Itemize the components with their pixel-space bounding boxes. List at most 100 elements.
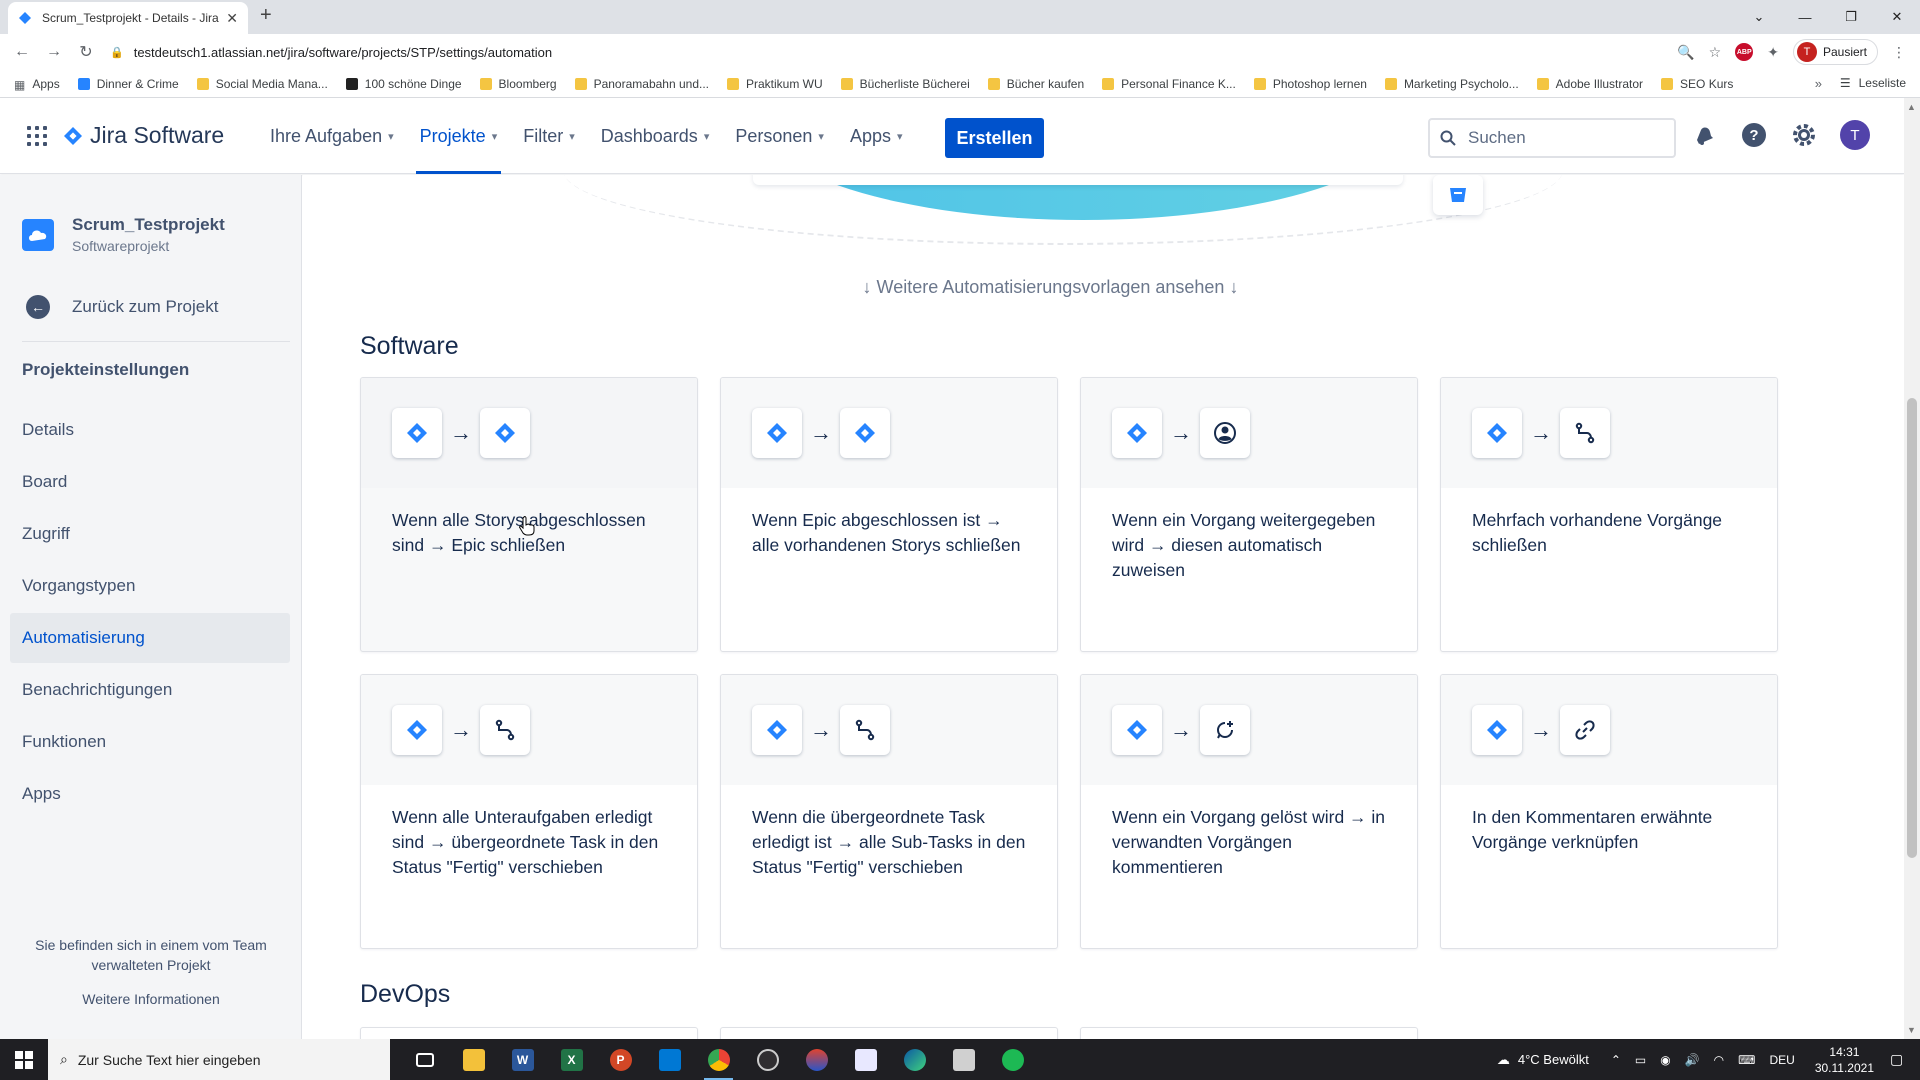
browser-tab[interactable]: Scrum_Testprojekt - Details - Jira ✕ — [8, 2, 248, 34]
restore-icon[interactable]: ❐ — [1828, 9, 1874, 25]
chrome-menu-icon[interactable]: ⋮ — [1892, 44, 1906, 61]
notifications-icon[interactable] — [1690, 121, 1718, 149]
scroll-up-icon[interactable]: ▲ — [1907, 102, 1916, 112]
project-header[interactable]: Scrum_Testprojekt Softwareprojekt — [22, 215, 225, 254]
calculator-icon[interactable] — [939, 1039, 988, 1080]
wifi-icon[interactable]: ◠ — [1714, 1053, 1724, 1067]
address-bar[interactable]: 🔒 testdeutsch1.atlassian.net/jira/softwa… — [110, 38, 1640, 66]
minimize-icon[interactable]: — — [1782, 10, 1828, 25]
search-icon: ⌕ — [60, 1051, 68, 1067]
template-card[interactable]: → In den Kommentaren erwähnte Vorgänge v… — [1440, 674, 1778, 949]
adblock-icon[interactable]: ABP — [1735, 43, 1754, 61]
zoom-icon[interactable]: 🔍 — [1677, 44, 1694, 61]
volume-icon[interactable]: 🔊 — [1685, 1053, 1700, 1067]
forward-icon[interactable]: → — [38, 43, 70, 61]
page-scrollbar[interactable]: ▲ ▼ — [1904, 98, 1920, 1039]
sidebar-item-vorgangstypen[interactable]: Vorgangstypen — [10, 561, 290, 611]
create-button[interactable]: Erstellen — [945, 118, 1044, 158]
powerpoint-icon[interactable]: P — [596, 1039, 645, 1080]
language-indicator[interactable]: DEU — [1769, 1053, 1794, 1067]
template-card[interactable]: → Wenn die übergeordnete Task erledigt i… — [720, 674, 1058, 949]
nav-apps[interactable]: Apps ▾ — [850, 98, 903, 174]
app-switcher-icon[interactable] — [27, 126, 47, 151]
bookmark-item[interactable]: Bücherliste Bücherei — [840, 77, 970, 91]
template-card[interactable]: → Wenn alle Storys abgeschlossen sind → … — [360, 377, 698, 652]
windows-start-icon[interactable] — [0, 1039, 48, 1080]
notification-center-icon[interactable]: ▢ — [1890, 1051, 1920, 1068]
bookmark-item[interactable]: Dinner & Crime — [77, 77, 179, 91]
bookmark-item[interactable]: Personal Finance K... — [1102, 77, 1236, 91]
template-card[interactable] — [720, 1027, 1058, 1039]
bookmark-item[interactable]: ▦ Apps — [14, 77, 60, 92]
excel-icon[interactable]: X — [547, 1039, 596, 1080]
scrollbar-thumb[interactable] — [1907, 398, 1917, 858]
settings-gear-icon[interactable] — [1790, 121, 1818, 149]
media-app-icon[interactable] — [792, 1039, 841, 1080]
template-card[interactable] — [1080, 1027, 1418, 1039]
tray-app-icon[interactable]: ▭ — [1635, 1053, 1646, 1067]
bookmark-star-icon[interactable]: ☆ — [1709, 44, 1722, 61]
file-explorer-icon[interactable] — [449, 1039, 498, 1080]
nav-filter[interactable]: Filter ▾ — [523, 98, 575, 174]
taskbar-search-input[interactable]: ⌕ Zur Suche Text hier eingeben — [48, 1039, 390, 1080]
bookmark-item[interactable]: Social Media Mana... — [196, 77, 328, 91]
tab-close-icon[interactable]: ✕ — [226, 10, 238, 27]
back-icon[interactable]: ← — [6, 43, 38, 61]
sidebar-item-board[interactable]: Board — [10, 457, 290, 507]
bookmark-item[interactable]: Photoshop lernen — [1253, 77, 1367, 91]
bookmark-item[interactable]: SEO Kurs — [1661, 77, 1733, 91]
sidebar-item-zugriff[interactable]: Zugriff — [10, 509, 290, 559]
reading-list-button[interactable]: ☰ Leseliste — [1840, 76, 1906, 90]
template-card[interactable]: → Wenn Epic abgeschlossen ist → alle vor… — [720, 377, 1058, 652]
image-app-icon[interactable] — [841, 1039, 890, 1080]
template-card[interactable]: → Mehrfach vorhandene Vorgänge schließen — [1440, 377, 1778, 652]
template-card[interactable]: → Wenn ein Vorgang weitergegeben wird → … — [1080, 377, 1418, 652]
keyboard-icon[interactable]: ⌨ — [1738, 1053, 1755, 1067]
template-card[interactable]: → Wenn ein Vorgang gelöst wird → in verw… — [1080, 674, 1418, 949]
profile-button[interactable]: T Pausiert — [1792, 39, 1878, 65]
obs-icon[interactable] — [743, 1039, 792, 1080]
more-templates-link[interactable]: ↓ Weitere Automatisierungsvorlagen anseh… — [303, 277, 1798, 298]
chrome-icon[interactable] — [694, 1039, 743, 1080]
network-icon[interactable]: ◉ — [1660, 1053, 1670, 1067]
jira-logo[interactable]: Jira Software — [64, 122, 224, 149]
bookmark-item[interactable]: Marketing Psycholo... — [1384, 77, 1519, 91]
template-card[interactable] — [360, 1027, 698, 1039]
new-tab-icon[interactable]: + — [260, 4, 272, 27]
help-icon[interactable]: ? — [1740, 121, 1768, 149]
nav-ihre-aufgaben[interactable]: Ihre Aufgaben ▾ — [270, 98, 394, 174]
nav-personen[interactable]: Personen ▾ — [735, 98, 824, 174]
more-info-link[interactable]: Weitere Informationen — [0, 989, 302, 1009]
back-to-project-link[interactable]: ← Zurück zum Projekt — [26, 295, 218, 319]
bookmark-item[interactable]: Adobe Illustrator — [1536, 77, 1643, 91]
sidebar-item-automatisierung[interactable]: Automatisierung — [10, 613, 290, 663]
spotify-icon[interactable] — [988, 1039, 1037, 1080]
sidebar-item-benachrichtigungen[interactable]: Benachrichtigungen — [10, 665, 290, 715]
word-icon[interactable]: W — [498, 1039, 547, 1080]
tray-overflow-icon[interactable]: ⌃ — [1611, 1053, 1621, 1067]
reload-icon[interactable]: ↻ — [70, 42, 102, 62]
bookmark-item[interactable]: Panoramabahn und... — [574, 77, 709, 91]
edge-icon[interactable] — [890, 1039, 939, 1080]
taskbar-clock[interactable]: 14:31 30.11.2021 — [1815, 1044, 1874, 1076]
task-view-icon[interactable] — [400, 1039, 449, 1080]
tab-search-icon[interactable]: ⌄ — [1736, 9, 1782, 25]
close-window-icon[interactable]: ✕ — [1874, 9, 1920, 25]
nav-dashboards[interactable]: Dashboards ▾ — [601, 98, 710, 174]
template-card[interactable]: → Wenn alle Unteraufgaben erledigt sind … — [360, 674, 698, 949]
nav-projekte[interactable]: Projekte ▾ — [415, 98, 501, 174]
bookmark-item[interactable]: Praktikum WU — [727, 77, 823, 91]
bookmark-item[interactable]: Bücher kaufen — [987, 77, 1084, 91]
bookmark-item[interactable]: 100 schöne Dinge — [345, 77, 462, 91]
sidebar-item-apps[interactable]: Apps — [10, 769, 290, 819]
scroll-down-icon[interactable]: ▼ — [1907, 1025, 1916, 1035]
mail-icon[interactable] — [645, 1039, 694, 1080]
extensions-icon[interactable]: ✦ — [1767, 44, 1779, 61]
sidebar-item-funktionen[interactable]: Funktionen — [10, 717, 290, 767]
sidebar-item-details[interactable]: Details — [10, 405, 290, 455]
search-input[interactable]: Suchen — [1428, 118, 1676, 158]
bookmarks-overflow-icon[interactable]: » — [1815, 76, 1822, 91]
bookmark-item[interactable]: Bloomberg — [479, 77, 557, 91]
weather-widget[interactable]: ☁ 4°C Bewölkt — [1497, 1052, 1589, 1068]
user-avatar[interactable]: T — [1840, 120, 1870, 150]
